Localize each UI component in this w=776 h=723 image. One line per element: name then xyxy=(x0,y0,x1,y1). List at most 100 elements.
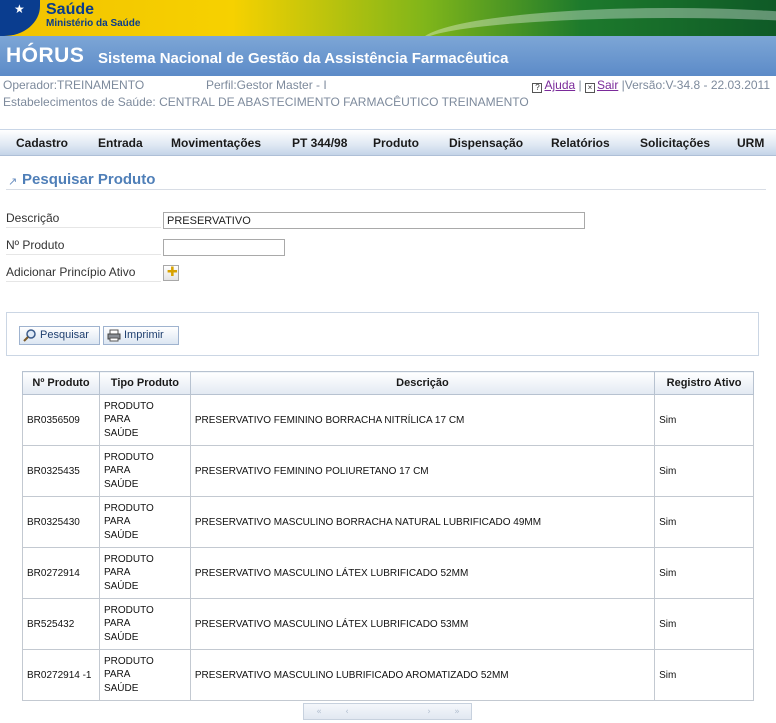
pesquisar-label: Pesquisar xyxy=(40,329,89,341)
numero-produto-input[interactable] xyxy=(163,239,285,256)
cell-descricao: PRESERVATIVO MASCULINO BORRACHA NATURAL … xyxy=(189,496,656,548)
tipo-line: PARA xyxy=(103,414,131,426)
app-subtitle: Sistema Nacional de Gestão da Assistênci… xyxy=(98,50,509,67)
pesquisar-button[interactable]: Pesquisar xyxy=(19,326,100,345)
cell-numero: BR525432 xyxy=(22,598,100,650)
col-header-tipo[interactable]: Tipo Produto xyxy=(98,371,191,395)
menu-entrada[interactable]: Entrada xyxy=(98,136,143,150)
brand-bottom: Ministério da Saúde xyxy=(46,18,141,29)
menu-cadastro[interactable]: Cadastro xyxy=(16,136,68,150)
tipo-line: PRODUTO xyxy=(103,502,154,514)
cell-tipo: PRODUTO PARA SAÚDE xyxy=(98,547,191,599)
session-info-bar: Operador:TREINAMENTO Perfil:Gestor Maste… xyxy=(0,76,776,112)
help-icon[interactable]: ? xyxy=(532,83,543,93)
cell-registro-ativo: Sim xyxy=(654,496,754,548)
cell-registro-ativo: Sim xyxy=(654,394,754,446)
menu-movimentacoes[interactable]: Movimentações xyxy=(171,136,261,150)
app-title-bar: HÓRUS Sistema Nacional de Gestão da Assi… xyxy=(0,36,776,76)
menu-solicitacoes[interactable]: Solicitações xyxy=(640,136,710,150)
cell-numero: BR0325430 xyxy=(22,496,100,548)
cell-tipo: PRODUTO PARA SAÚDE xyxy=(98,649,191,701)
cell-numero: BR0272914 xyxy=(22,547,100,599)
col-header-numero[interactable]: Nº Produto xyxy=(22,371,100,395)
imprimir-label: Imprimir xyxy=(124,329,164,341)
tipo-line: PARA xyxy=(103,567,131,579)
cell-tipo: PRODUTO PARA SAÚDE xyxy=(98,598,191,650)
table-row[interactable]: BR0356509 PRODUTO PARA SAÚDE PRESERVATIVO FE… xyxy=(22,394,754,446)
first-page-button[interactable]: « xyxy=(308,706,330,718)
table-row[interactable]: BR525432 PRODUTO PARA SAÚDE PRESERVATIVO MAS… xyxy=(22,598,754,650)
ministry-logo: Saúde Ministério da Saúde xyxy=(46,1,141,30)
tipo-line: PARA xyxy=(103,618,131,630)
tipo-line: PRODUTO xyxy=(103,553,154,565)
numero-produto-label: Nº Produto xyxy=(6,238,161,255)
cell-registro-ativo: Sim xyxy=(654,649,754,701)
menu-relatorios[interactable]: Relatórios xyxy=(551,136,610,150)
table-row[interactable]: BR0325430 PRODUTO PARA SAÚDE PRESERVATIVO MA… xyxy=(22,496,754,548)
tipo-line: PARA xyxy=(103,465,131,477)
arrow-icon: ↗ xyxy=(8,175,18,188)
cell-numero: BR0356509 xyxy=(22,394,100,446)
table-row[interactable]: BR0272914 -1 PRODUTO PARA SAÚDE PRESERVATIVO… xyxy=(22,649,754,701)
banner-arc xyxy=(420,8,776,36)
descricao-input[interactable] xyxy=(163,212,585,229)
menu-produto[interactable]: Produto xyxy=(373,136,419,150)
col-header-registro[interactable]: Registro Ativo xyxy=(654,371,754,395)
establishment-label: Estabelecimentos de Saúde: CENTRAL DE AB… xyxy=(3,95,529,109)
cell-descricao: PRESERVATIVO MASCULINO LUBRIFICADO AROMA… xyxy=(189,649,656,701)
next-page-button[interactable]: › xyxy=(418,706,440,718)
version-label: |Versão:V-34.8 - 22.03.2011 xyxy=(621,78,770,92)
printer-icon xyxy=(107,329,121,342)
add-principio-button[interactable]: ✚ xyxy=(163,265,179,281)
plus-icon: ✚ xyxy=(167,265,178,280)
magnifier-icon xyxy=(23,329,36,342)
tipo-line: PARA xyxy=(103,669,131,681)
tipo-line: SAÚDE xyxy=(103,478,139,490)
table-row[interactable]: BR0272914 PRODUTO PARA SAÚDE PRESERVATIVO MA… xyxy=(22,547,754,599)
help-link[interactable]: Ajuda xyxy=(544,78,575,92)
menu-urm[interactable]: URM xyxy=(737,136,764,150)
cell-descricao: PRESERVATIVO MASCULINO LÁTEX LUBRIFICADO… xyxy=(189,547,656,599)
imprimir-button[interactable]: Imprimir xyxy=(103,326,179,345)
tipo-line: PARA xyxy=(103,516,131,528)
government-banner: ★ Saúde Ministério da Saúde xyxy=(0,0,776,36)
descricao-label: Descrição xyxy=(6,211,161,228)
cell-descricao: PRESERVATIVO FEMININO BORRACHA NITRÍLICA… xyxy=(189,394,656,446)
app-name: HÓRUS xyxy=(6,44,85,67)
tipo-line: SAÚDE xyxy=(103,682,139,694)
tipo-line: PRODUTO xyxy=(103,604,154,616)
action-panel: Pesquisar Imprimir xyxy=(6,312,759,356)
cell-descricao: PRESERVATIVO FEMININO POLIURETANO 17 CM xyxy=(189,445,656,497)
menu-dispensacao[interactable]: Dispensação xyxy=(449,136,523,150)
tipo-line: SAÚDE xyxy=(103,529,139,541)
last-page-button[interactable]: » xyxy=(446,706,468,718)
table-header-row: Nº Produto Tipo Produto Descrição Regist… xyxy=(22,371,754,395)
results-table: Nº Produto Tipo Produto Descrição Regist… xyxy=(22,371,754,701)
cell-registro-ativo: Sim xyxy=(654,445,754,497)
profile-label: Perfil:Gestor Master - I xyxy=(206,78,327,92)
star-icon: ★ xyxy=(14,2,25,16)
exit-link[interactable]: Sair xyxy=(597,78,618,92)
principio-ativo-label: Adicionar Princípio Ativo xyxy=(6,265,161,282)
tipo-line: SAÚDE xyxy=(103,427,139,439)
cell-descricao: PRESERVATIVO MASCULINO LÁTEX LUBRIFICADO… xyxy=(189,598,656,650)
cell-registro-ativo: Sim xyxy=(654,598,754,650)
top-links: ? Ajuda | × Sair |Versão:V-34.8 - 22.03.20… xyxy=(532,78,770,93)
cell-numero: BR0272914 -1 xyxy=(22,649,100,701)
cell-registro-ativo: Sim xyxy=(654,547,754,599)
brand-top: Saúde xyxy=(46,1,95,18)
tipo-line: SAÚDE xyxy=(103,631,139,643)
menu-pt344[interactable]: PT 344/98 xyxy=(292,136,347,150)
pagination: « ‹ › » xyxy=(303,703,472,720)
table-row[interactable]: BR0325435 PRODUTO PARA SAÚDE PRESERVATIVO FE… xyxy=(22,445,754,497)
tipo-line: PRODUTO xyxy=(103,400,154,412)
tipo-line: PRODUTO xyxy=(103,655,154,667)
cell-tipo: PRODUTO PARA SAÚDE xyxy=(98,445,191,497)
close-icon[interactable]: × xyxy=(584,83,595,93)
main-menu: Cadastro Entrada Movimentações PT 344/98… xyxy=(0,129,776,156)
cell-tipo: PRODUTO PARA SAÚDE xyxy=(98,394,191,446)
col-header-descricao[interactable]: Descrição xyxy=(189,371,656,395)
cell-numero: BR0325435 xyxy=(22,445,100,497)
prev-page-button[interactable]: ‹ xyxy=(336,706,358,718)
tipo-line: PRODUTO xyxy=(103,451,154,463)
